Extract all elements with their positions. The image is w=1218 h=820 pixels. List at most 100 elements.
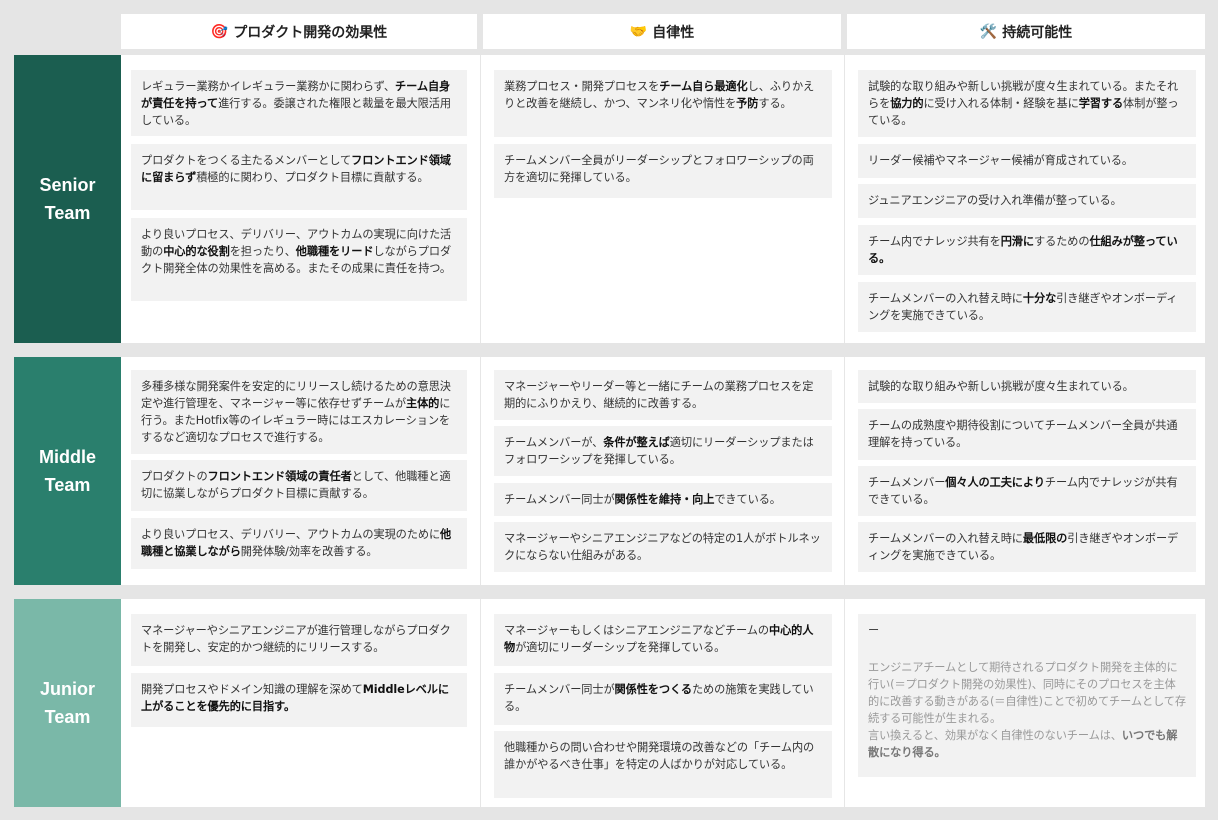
- junior-team-band: Junior Team マネージャーやシニアエンジニアが進行管理しながらプロダク…: [14, 599, 1205, 807]
- body-text: に受け入れる体制・経験を基に: [923, 97, 1079, 110]
- body-text: 開発体験/効率を改善する。: [240, 545, 378, 558]
- senior-autonomy-column: 業務プロセス・開発プロセスをチーム自ら最適化し、ふりかえりと改善を継続し、かつ、…: [480, 55, 843, 343]
- body-text: プロダクトをつくる主たるメンバーとして: [141, 154, 352, 167]
- criteria-card: マネージャーやシニアエンジニアが進行管理しながらプロダクトを開発し、安定的かつ継…: [131, 614, 467, 666]
- body-text: エンジニアチームとして期待されるプロダクト開発を主体的に行い(＝プロダクト開発の…: [868, 661, 1186, 725]
- body-text: チームメンバー全員がリーダーシップとフォロワーシップの両方を適切に発揮している。: [504, 154, 814, 184]
- criteria-card: チームメンバー同士が関係性を維持・向上できている。: [494, 483, 832, 516]
- column-title: プロダクト開発の効果性: [233, 24, 388, 41]
- target-icon: 🎯: [210, 23, 229, 40]
- body-text: リーダー候補やマネージャー候補が育成されている。: [868, 154, 1133, 167]
- emphasis-text: チーム自ら最適化: [659, 80, 748, 93]
- junior-effectiveness-column: マネージャーやシニアエンジニアが進行管理しながらプロダクトを開発し、安定的かつ継…: [121, 599, 477, 807]
- handshake-icon: 🤝: [629, 23, 648, 40]
- criteria-card: ジュニアエンジニアの受け入れ準備が整っている。: [858, 184, 1196, 218]
- body-text: チームメンバー同士が: [504, 493, 615, 506]
- column-title: 自律性: [652, 24, 695, 41]
- criteria-card: チームメンバーが、条件が整えば適切にリーダーシップまたはフォロワーシップを発揮し…: [494, 426, 832, 476]
- team-label-line: Team: [44, 475, 91, 495]
- sustainability-note-card: ー エンジニアチームとして期待されるプロダクト開発を主体的に行い(＝プロダクト開…: [858, 614, 1196, 777]
- criteria-card: 他職種からの問い合わせや開発環境の改善などの「チーム内の誰かがやるべき仕事」を特…: [494, 731, 832, 798]
- emphasis-text: 個々人の工夫により: [945, 476, 1045, 489]
- body-text: チームメンバーの入れ替え時に: [868, 532, 1023, 545]
- body-text: を担ったり、: [229, 245, 296, 258]
- emphasis-text: 学習する: [1078, 97, 1124, 110]
- body-text: チームメンバーの入れ替え時に: [868, 292, 1023, 305]
- criteria-card: 多種多様な開発案件を安定的にリリースし続けるための意思決定や進行管理を、マネージ…: [131, 370, 467, 454]
- body-text: 他職種からの問い合わせや開発環境の改善などの「チーム内の誰かがやるべき仕事」を特…: [504, 741, 815, 771]
- note-text: エンジニアチームとして期待されるプロダクト開発を主体的に行い(＝プロダクト開発の…: [868, 661, 1186, 759]
- criteria-card: マネージャーやシニアエンジニアなどの特定の1人がボトルネックにならない仕組みがあ…: [494, 522, 832, 572]
- body-text: が適切にリーダーシップを発揮している。: [515, 641, 726, 654]
- body-text: するための: [1033, 235, 1090, 248]
- senior-effectiveness-column: レギュラー業務かイレギュラー業務かに関わらず、チーム自身が責任を持って進行する。…: [121, 55, 477, 343]
- senior-sustainability-column: 試験的な取り組みや新しい挑戦が度々生まれている。またそれらを協力的に受け入れる体…: [844, 55, 1205, 343]
- body-text: 言い換えると、効果がなく自律性のないチームは、: [868, 729, 1122, 742]
- criteria-card: チームメンバー個々人の工夫によりチーム内でナレッジが共有できている。: [858, 466, 1196, 516]
- middle-effectiveness-column: 多種多様な開発案件を安定的にリリースし続けるための意思決定や進行管理を、マネージ…: [121, 357, 477, 585]
- criteria-card: レギュラー業務かイレギュラー業務かに関わらず、チーム自身が責任を持って進行する。…: [131, 70, 467, 136]
- team-label-line: Middle: [39, 447, 96, 467]
- emphasis-text: 関係性をつくる: [614, 683, 692, 696]
- criteria-card: より良いプロセス、デリバリー、アウトカムの実現のために他職種と協業しながら開発体…: [131, 518, 467, 569]
- column-title: 持続可能性: [1002, 24, 1073, 41]
- emphasis-text: 最低限の: [1022, 532, 1068, 545]
- body-text: 試験的な取り組みや新しい挑戦が度々生まれている。: [868, 380, 1134, 393]
- criteria-card: チームメンバー全員がリーダーシップとフォロワーシップの両方を適切に発揮している。: [494, 144, 832, 198]
- body-text: 多種多様な開発案件を安定的にリリースし続けるための意思決定や進行管理を、マネージ…: [141, 380, 451, 410]
- body-text: する。: [758, 97, 792, 110]
- emphasis-text: 予防: [736, 97, 759, 110]
- body-text: マネージャーやシニアエンジニアが進行管理しながらプロダクトを開発し、安定的かつ継…: [141, 624, 451, 654]
- criteria-card: より良いプロセス、デリバリー、アウトカムの実現に向けた活動の中心的な役割を担った…: [131, 218, 467, 301]
- criteria-card: マネージャーやリーダー等と一緒にチームの業務プロセスを定期的にふりかえり、継続的…: [494, 370, 832, 420]
- body-text: チームメンバー: [868, 476, 946, 489]
- emphasis-text: 中心的な役割: [163, 245, 230, 258]
- criteria-card: マネージャーもしくはシニアエンジニアなどチームの中心的人物が適切にリーダーシップ…: [494, 614, 832, 666]
- team-label-line: Team: [44, 203, 91, 223]
- emphasis-text: 協力的: [890, 97, 924, 110]
- body-text: できている。: [714, 493, 781, 506]
- junior-autonomy-column: マネージャーもしくはシニアエンジニアなどチームの中心的人物が適切にリーダーシップ…: [480, 599, 843, 807]
- body-text: マネージャーもしくはシニアエンジニアなどチームの: [504, 624, 769, 637]
- body-text: レギュラー業務かイレギュラー業務かに関わらず、: [141, 80, 396, 93]
- junior-team-label: Junior Team: [14, 599, 121, 807]
- criteria-card: 試験的な取り組みや新しい挑戦が度々生まれている。またそれらを協力的に受け入れる体…: [858, 70, 1196, 137]
- emphasis-text: 十分な: [1022, 292, 1057, 305]
- criteria-card: プロダクトのフロントエンド領域の責任者として、他職種と適切に協業しながらプロダク…: [131, 460, 467, 511]
- team-label-line: Team: [44, 707, 91, 727]
- middle-team-label: Middle Team: [14, 357, 121, 585]
- body-text: より良いプロセス、デリバリー、アウトカムの実現のために: [141, 528, 441, 541]
- body-text: チームの成熟度や期待役割についてチームメンバー全員が共通理解を持っている。: [868, 419, 1178, 449]
- body-text: 開発プロセスやドメイン知識の理解を深めて: [141, 683, 363, 696]
- body-text: マネージャーやリーダー等と一緒にチームの業務プロセスを定期的にふりかえり、継続的…: [504, 380, 814, 410]
- emphasis-text: 関係性を維持・向上: [614, 493, 715, 506]
- criteria-card: チーム内でナレッジ共有を円滑にするための仕組みが整っている。: [858, 225, 1196, 275]
- emphasis-text: 条件が整えば: [603, 436, 670, 449]
- team-label-line: Junior: [39, 679, 95, 699]
- emphasis-text: 円滑に: [1000, 235, 1034, 248]
- body-text: チームメンバーが、: [504, 436, 604, 449]
- body-text: チーム内でナレッジ共有を: [868, 235, 1001, 248]
- senior-team-label: Senior Team: [14, 55, 121, 343]
- body-text: 業務プロセス・開発プロセスを: [504, 80, 660, 93]
- body-text: 積極的に関わり、プロダクト目標に貢献する。: [196, 171, 429, 184]
- column-header-sustainability: 🛠️ 持続可能性: [847, 14, 1205, 49]
- body-text: チームメンバー同士が: [504, 683, 615, 696]
- senior-team-band: Senior Team レギュラー業務かイレギュラー業務かに関わらず、チーム自身…: [14, 55, 1205, 343]
- tools-icon: 🛠️: [979, 23, 998, 40]
- middle-autonomy-column: マネージャーやリーダー等と一緒にチームの業務プロセスを定期的にふりかえり、継続的…: [480, 357, 843, 585]
- column-header-effectiveness: 🎯 プロダクト開発の効果性: [121, 14, 477, 49]
- criteria-card: チームの成熟度や期待役割についてチームメンバー全員が共通理解を持っている。: [858, 409, 1196, 460]
- emphasis-text: フロントエンド領域の責任者: [207, 470, 352, 483]
- body-text: マネージャーやシニアエンジニアなどの特定の1人がボトルネックにならない仕組みがあ…: [504, 532, 821, 562]
- body-text: プロダクトの: [141, 470, 208, 483]
- criteria-card: リーダー候補やマネージャー候補が育成されている。: [858, 144, 1196, 178]
- body-text: ジュニアエンジニアの受け入れ準備が整っている。: [868, 194, 1122, 207]
- criteria-card: チームメンバーの入れ替え時に最低限の引き継ぎやオンボーディングを実施できている。: [858, 522, 1196, 572]
- criteria-card: 業務プロセス・開発プロセスをチーム自ら最適化し、ふりかえりと改善を継続し、かつ、…: [494, 70, 832, 137]
- column-header-autonomy: 🤝 自律性: [483, 14, 841, 49]
- criteria-card: チームメンバーの入れ替え時に十分な引き継ぎやオンボーディングを実施できている。: [858, 282, 1196, 332]
- criteria-card: 開発プロセスやドメイン知識の理解を深めてMiddleレベルに上がることを優先的に…: [131, 673, 467, 727]
- junior-sustainability-column: ー エンジニアチームとして期待されるプロダクト開発を主体的に行い(＝プロダクト開…: [844, 599, 1205, 807]
- emphasis-text: 他職種をリード: [295, 245, 374, 258]
